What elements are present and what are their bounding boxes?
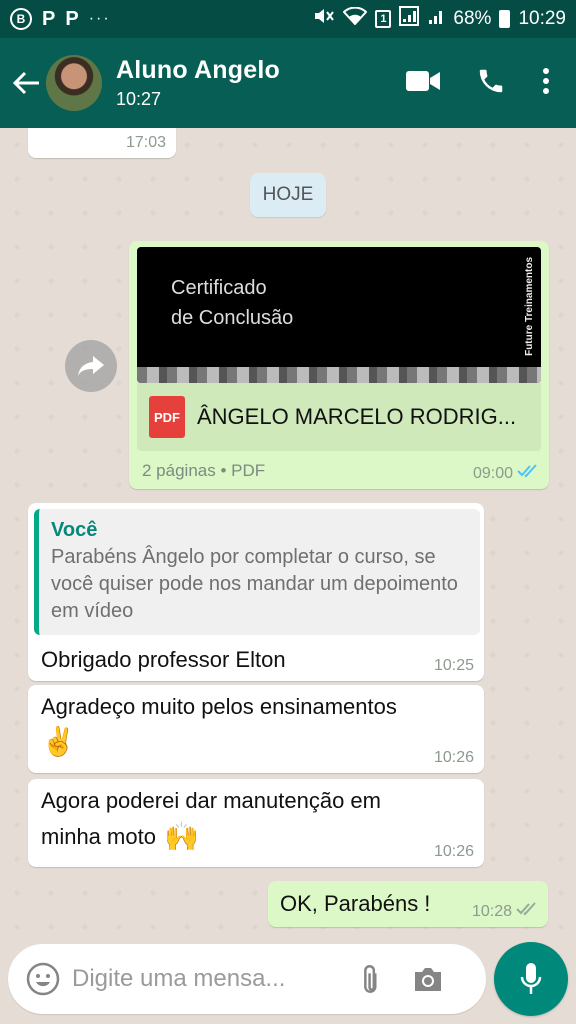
read-ticks-icon: [517, 464, 539, 483]
document-file-name: ÂNGELO MARCELO RODRIG...: [197, 404, 517, 429]
pdf-icon: PDF: [149, 396, 185, 438]
message-meta: 10:28: [472, 902, 538, 921]
message-text-line1: Agora poderei dar manutenção em: [41, 788, 381, 813]
message-text-line2: minha moto: [41, 824, 156, 849]
message-time: 10:25: [433, 657, 474, 674]
message-time: 09:00: [472, 464, 513, 482]
preview-title-line2: de Conclusão: [171, 307, 294, 329]
message-text: Agradeço muito pelos ensinamentos: [41, 694, 397, 719]
message-composer: [8, 944, 486, 1014]
wifi-icon: [343, 6, 368, 31]
document-info: 2 páginas • PDF: [142, 461, 266, 480]
message-bubble[interactable]: Agora poderei dar manutenção em minha mo…: [28, 779, 484, 867]
status-bar: B P P ··· 1 68% 10:29: [0, 0, 576, 38]
notification-b-icon: B: [10, 8, 32, 30]
contact-name: Aluno Angelo: [116, 56, 280, 84]
forward-icon[interactable]: [65, 340, 117, 392]
notification-p-icon: P: [42, 7, 56, 30]
mute-icon: [313, 6, 335, 32]
delivered-ticks-icon: [516, 902, 538, 921]
message-input[interactable]: [72, 965, 342, 993]
message-text: OK, Parabéns !: [280, 891, 431, 916]
signal-1-icon: [399, 6, 420, 32]
date-separator: HOJE: [250, 173, 326, 217]
preview-brand: Future Treinamentos: [524, 257, 535, 356]
message-meta: 09:00: [473, 464, 539, 483]
video-call-icon[interactable]: [406, 70, 440, 97]
message-text: Obrigado professor Elton: [41, 647, 286, 672]
phone-icon[interactable]: [476, 66, 506, 101]
last-seen: 10:27: [116, 89, 162, 109]
chat-area[interactable]: 17:03 HOJE Certificado de Conclusão Futu…: [0, 128, 576, 942]
contact-avatar[interactable]: [46, 55, 102, 111]
battery-icon: [499, 10, 511, 28]
attach-icon[interactable]: [354, 962, 388, 996]
emoji-icon[interactable]: [26, 962, 60, 996]
message-bubble[interactable]: Agradeço muito pelos ensinamentos ✌️ 10:…: [28, 685, 484, 773]
back-arrow-icon[interactable]: [2, 58, 52, 108]
victory-hand-emoji: ✌️: [41, 726, 76, 757]
notification-p-icon: P: [65, 7, 79, 30]
document-file-row[interactable]: PDF ÂNGELO MARCELO RODRIG...: [137, 383, 541, 451]
message-time: 10:26: [433, 843, 474, 860]
message-time: 17:03: [125, 134, 166, 151]
more-notifications-icon: ···: [88, 10, 111, 27]
message-time: 10:28: [471, 902, 512, 920]
more-vert-icon[interactable]: [542, 67, 550, 100]
document-preview[interactable]: Certificado de Conclusão Future Treiname…: [137, 247, 541, 383]
quoted-message[interactable]: Você Parabéns Ângelo por completar o cur…: [34, 509, 480, 635]
reply-message[interactable]: Você Parabéns Ângelo por completar o cur…: [28, 503, 484, 681]
raising-hands-emoji: 🙌: [163, 821, 199, 852]
preview-strip: [137, 367, 541, 383]
camera-icon[interactable]: [412, 965, 444, 993]
quoted-text: Parabéns Ângelo por completar o curso, s…: [51, 546, 458, 622]
message-bubble-outgoing[interactable]: OK, Parabéns ! 10:28: [268, 881, 548, 927]
chat-header: Aluno Angelo 10:27: [0, 38, 576, 128]
mic-button[interactable]: [494, 942, 568, 1016]
preview-title-line1: Certificado: [171, 277, 267, 299]
signal-2-icon: [427, 7, 445, 31]
message-partial[interactable]: 17:03: [28, 128, 176, 158]
clock: 10:29: [518, 8, 566, 29]
document-message[interactable]: Certificado de Conclusão Future Treiname…: [129, 241, 549, 489]
battery-level: 68%: [453, 8, 492, 29]
mic-icon: [519, 962, 543, 996]
message-time: 10:26: [433, 749, 474, 766]
sim-slot-icon: 1: [375, 10, 392, 28]
quoted-author: Você: [51, 519, 98, 541]
contact-info[interactable]: Aluno Angelo 10:27: [116, 56, 280, 110]
